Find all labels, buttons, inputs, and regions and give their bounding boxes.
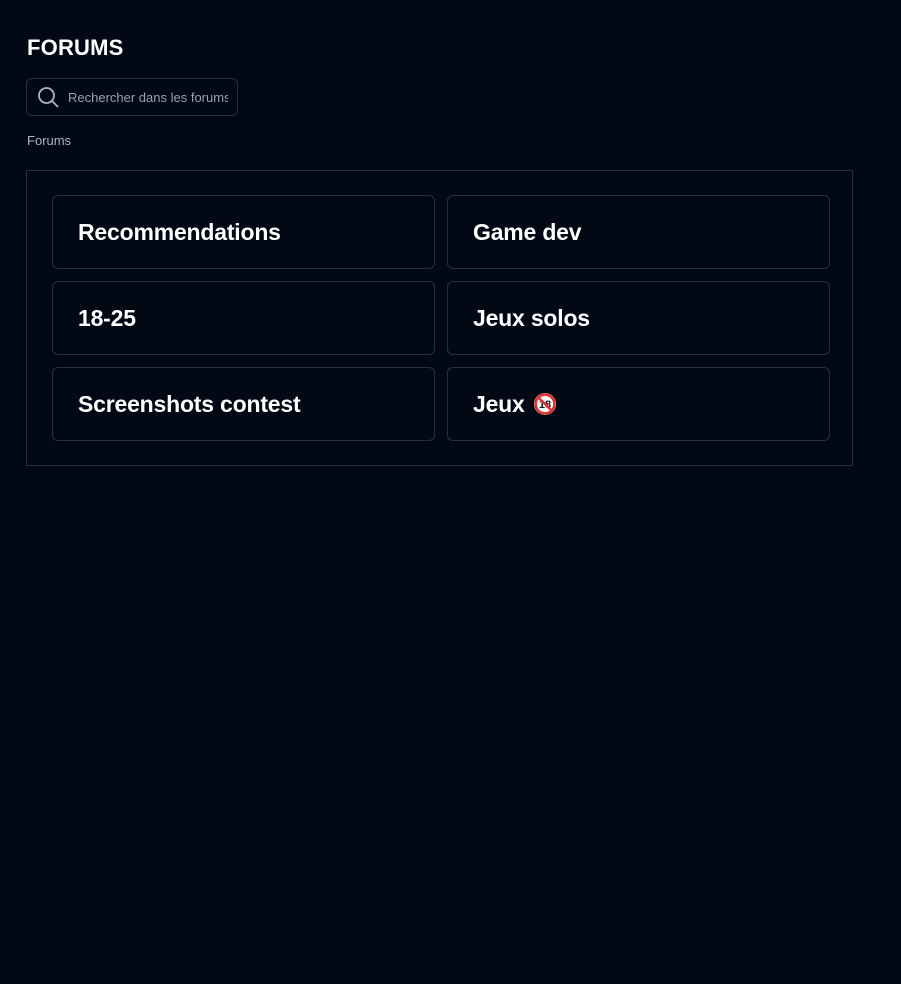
forum-card-jeux-18[interactable]: Jeux 18 (447, 367, 830, 441)
search-box[interactable] (26, 78, 238, 116)
forum-card-title: Recommendations (78, 218, 281, 245)
forum-card-screenshots-contest[interactable]: Screenshots contest (52, 367, 435, 441)
forum-card-title: Game dev (473, 218, 582, 245)
forum-grid: Recommendations Game dev 18-25 Jeux solo… (52, 195, 830, 441)
breadcrumb-item-forums[interactable]: Forums (27, 133, 71, 148)
search-icon (36, 85, 60, 109)
forum-card-game-dev[interactable]: Game dev (447, 195, 830, 269)
forum-card-title: Screenshots contest (78, 390, 301, 417)
forum-card-recommendations[interactable]: Recommendations (52, 195, 435, 269)
forum-card-title: Jeux solos (473, 304, 590, 331)
forum-card-title: Jeux (473, 390, 525, 417)
forum-card-18-25[interactable]: 18-25 (52, 281, 435, 355)
page-title: FORUMS (27, 35, 124, 60)
forum-list-container: Recommendations Game dev 18-25 Jeux solo… (26, 170, 853, 466)
forum-card-jeux-solos[interactable]: Jeux solos (447, 281, 830, 355)
no-one-under-eighteen-icon: 18 (533, 392, 557, 416)
breadcrumb: Forums (27, 133, 71, 149)
forum-card-title: 18-25 (78, 304, 136, 331)
search-input[interactable] (68, 89, 228, 105)
